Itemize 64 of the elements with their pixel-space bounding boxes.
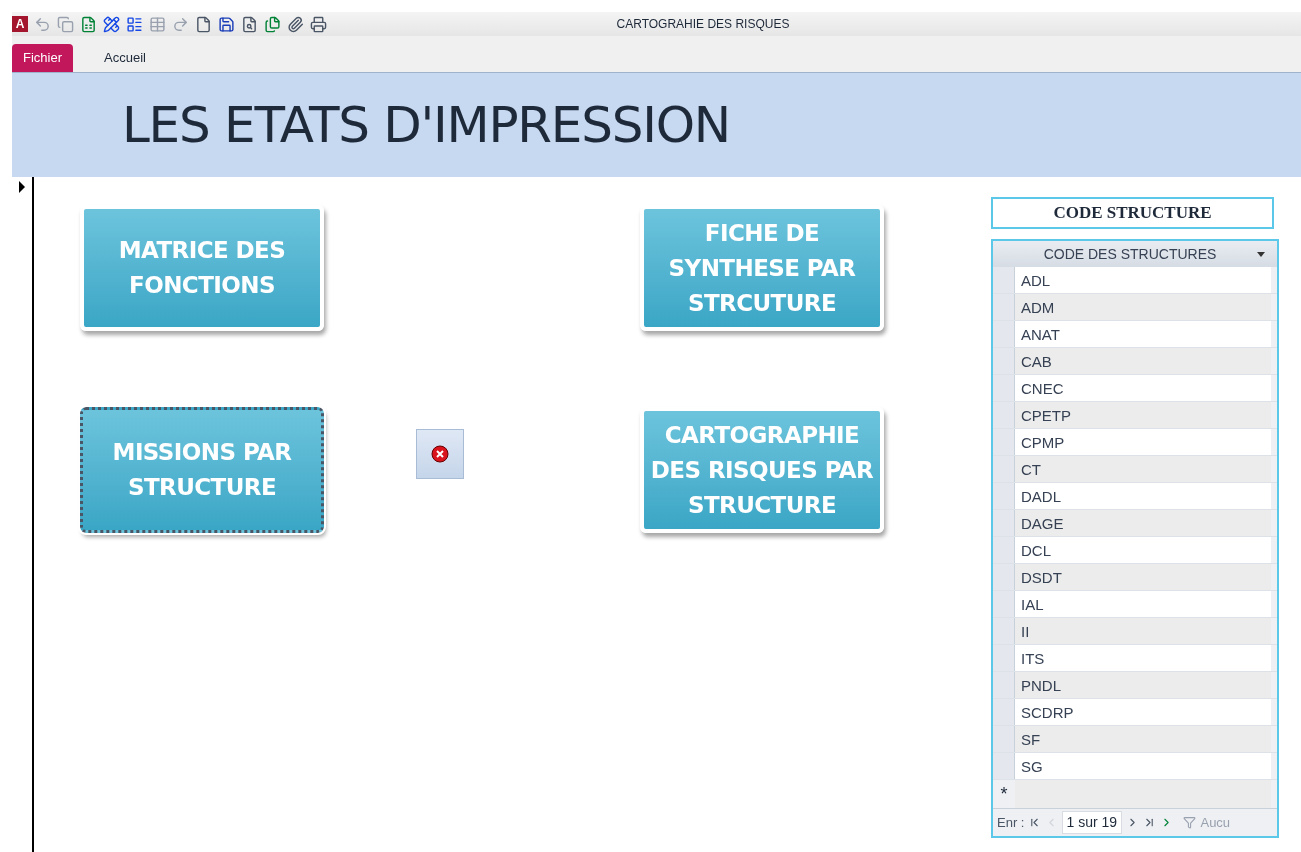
table-cell[interactable]: DSDT: [1015, 564, 1271, 590]
table-cell[interactable]: DAGE: [1015, 510, 1271, 536]
table-cell[interactable]: IAL: [1015, 591, 1271, 617]
close-icon: [431, 445, 449, 463]
new-record-row[interactable]: [1015, 780, 1271, 808]
row-selector[interactable]: [993, 456, 1015, 482]
print-preview-icon[interactable]: [241, 15, 258, 33]
attachment-icon[interactable]: [287, 15, 304, 33]
table-cell[interactable]: DCL: [1015, 537, 1271, 563]
row-selector[interactable]: [993, 564, 1015, 590]
table-cell[interactable]: ADL: [1015, 267, 1271, 293]
row-selector[interactable]: [993, 726, 1015, 752]
table-cell[interactable]: II: [1015, 618, 1271, 644]
filter-icon[interactable]: [1183, 816, 1197, 829]
new-document-icon[interactable]: [195, 15, 212, 33]
table-cell[interactable]: PNDL: [1015, 672, 1271, 698]
row-selector[interactable]: [993, 753, 1015, 779]
row-selector[interactable]: [993, 294, 1015, 320]
printer-icon[interactable]: [310, 15, 327, 33]
save-icon[interactable]: [218, 15, 235, 33]
page-title: LES ETATS D'IMPRESSION: [122, 94, 730, 156]
record-label: Enr :: [997, 813, 1025, 832]
app-logo: A: [12, 16, 28, 32]
redo-icon[interactable]: [172, 15, 189, 33]
row-selector[interactable]: [993, 510, 1015, 536]
record-position-field[interactable]: 1 sur 19: [1062, 811, 1123, 834]
table-cell[interactable]: SCDRP: [1015, 699, 1271, 725]
table-cell[interactable]: CPMP: [1015, 429, 1271, 455]
record-selector-icon: [18, 181, 26, 193]
row-selector[interactable]: [993, 672, 1015, 698]
new-record-marker: *: [999, 783, 1009, 806]
ribbon-tab[interactable]: Fichier: [12, 44, 73, 72]
dropdown-icon[interactable]: [1257, 251, 1265, 257]
table-cell[interactable]: DADL: [1015, 483, 1271, 509]
row-selector[interactable]: [993, 483, 1015, 509]
undo-icon[interactable]: [34, 15, 51, 33]
table-cell[interactable]: ITS: [1015, 645, 1271, 671]
row-selector[interactable]: [993, 618, 1015, 644]
pencil-ruler-icon[interactable]: [103, 15, 120, 33]
window-title: CARTOGRAHIE DES RISQUES: [616, 16, 790, 33]
row-selector[interactable]: [993, 267, 1015, 293]
table-cell[interactable]: CPETP: [1015, 402, 1271, 428]
row-selector[interactable]: [993, 645, 1015, 671]
ribbon-tab[interactable]: Accueil: [93, 44, 157, 72]
row-selector[interactable]: [993, 402, 1015, 428]
close-button[interactable]: [416, 429, 464, 479]
code-structure-label: CODE STRUCTURE: [991, 197, 1274, 229]
table-cell[interactable]: CAB: [1015, 348, 1271, 374]
table-cell[interactable]: ANAT: [1015, 321, 1271, 347]
table-cell[interactable]: ADM: [1015, 294, 1271, 320]
table-cell[interactable]: SG: [1015, 753, 1271, 779]
table-cell[interactable]: CT: [1015, 456, 1271, 482]
row-selector[interactable]: [993, 429, 1015, 455]
copy-icon[interactable]: [57, 15, 74, 33]
table-icon[interactable]: [149, 15, 166, 33]
row-selector[interactable]: [993, 591, 1015, 617]
row-selector[interactable]: [993, 348, 1015, 374]
table-cell[interactable]: CNEC: [1015, 375, 1271, 401]
table-cell[interactable]: SF: [1015, 726, 1271, 752]
spreadsheet-icon[interactable]: [80, 15, 97, 33]
row-selector[interactable]: [993, 321, 1015, 347]
row-selector[interactable]: [993, 699, 1015, 725]
row-selector[interactable]: [993, 375, 1015, 401]
row-selector[interactable]: [993, 537, 1015, 563]
